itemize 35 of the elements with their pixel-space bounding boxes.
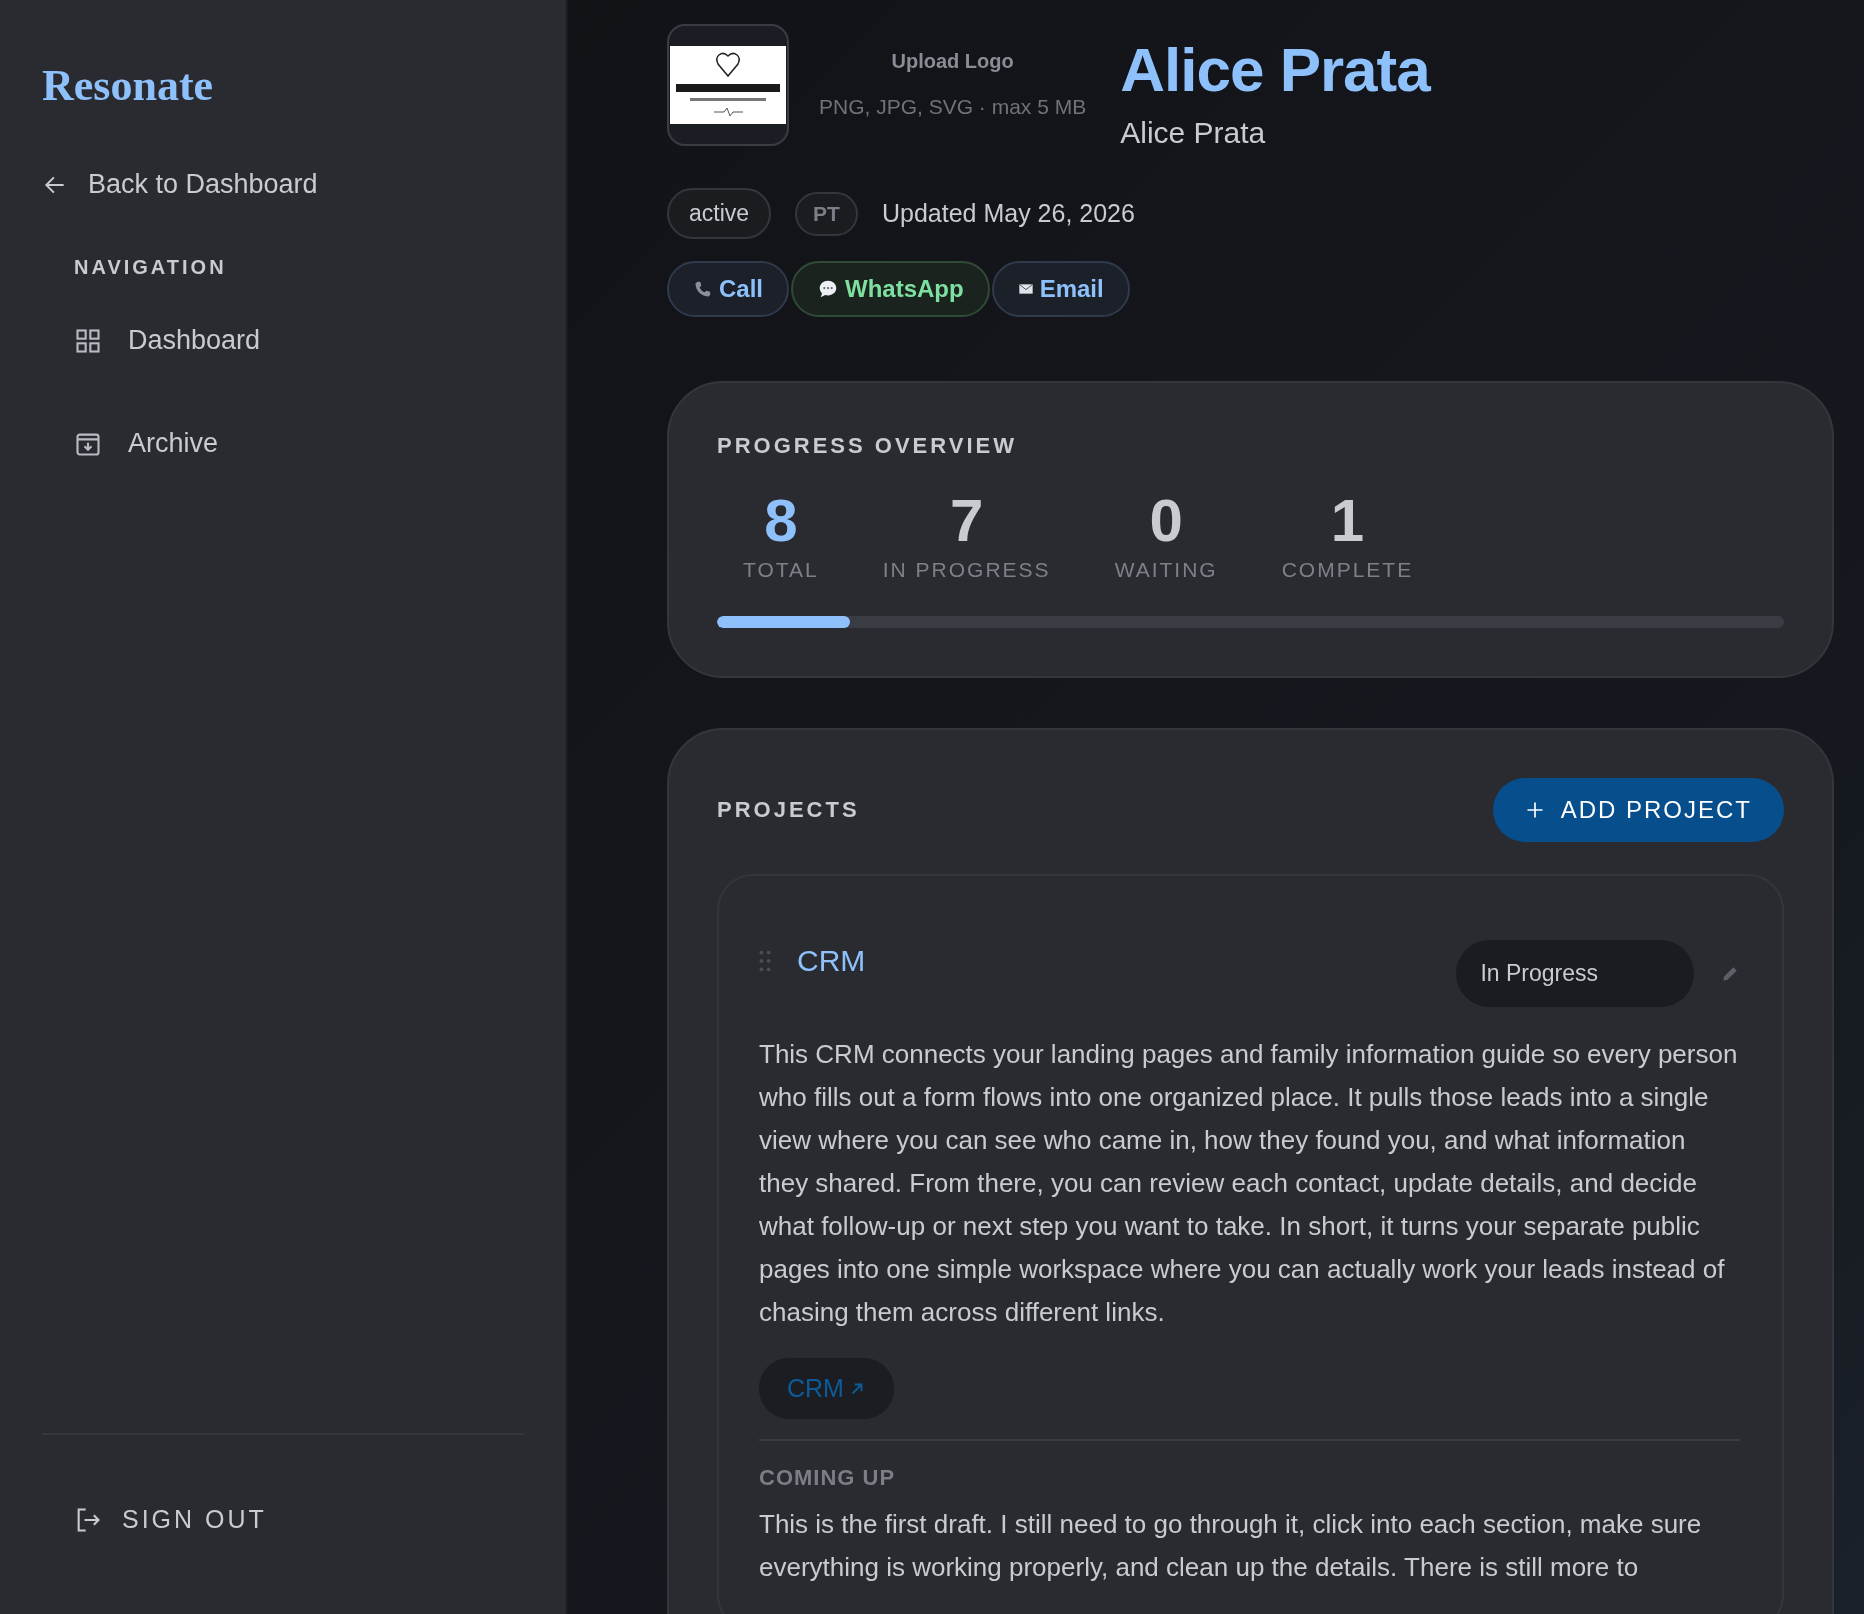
drag-handle-icon[interactable] — [759, 949, 771, 972]
stat-label: TOTAL — [743, 558, 819, 583]
email-button[interactable]: Email — [991, 261, 1130, 318]
section-title: PROJECTS — [717, 797, 860, 824]
stat-label: WAITING — [1114, 558, 1218, 583]
add-project-button[interactable]: ADD PROJECT — [1492, 778, 1784, 843]
section-label: NAVIGATION — [74, 256, 227, 279]
updated-date: Updated May 26, 2026 — [881, 199, 1135, 229]
sign-out-button[interactable]: SIGN OUT — [74, 1505, 267, 1534]
stat-label: COMPLETE — [1281, 558, 1414, 583]
call-button[interactable]: Call — [667, 261, 789, 318]
nav-item[interactable]: Archive — [74, 422, 229, 465]
client-name: Alice Prata — [1120, 36, 1430, 105]
upload-hint: PNG, JPG, SVG · max 5 MB — [819, 95, 1087, 119]
coming-up-label: COMING UP — [759, 1465, 897, 1492]
upload-label[interactable]: Upload Logo — [891, 50, 1014, 73]
whatsapp-button[interactable]: WhatsApp — [791, 261, 990, 318]
project-description: This CRM connects your landing pages and family information guide so every person who fills out a form flows into one organized place. It pulls those leads into a single view where you can see who came in, how they found you, and what information they shared. From there, you can review each contact, update details, and decide what follow-up or next step you want to take. In short, it turns your separate public pages into one simple workspace where you can actually work your leads instead of chasing them across different links. — [759, 1038, 1739, 1330]
nav-item[interactable]: Dashboard — [74, 319, 271, 362]
project-name[interactable]: CRM — [797, 943, 866, 978]
brand-logo[interactable]: Resonate — [42, 60, 214, 111]
coming-up-text: This is the first draft. I still need to go through it, click into each section, make sure everything is working properly, and clean up the details. There is still more to — [759, 1508, 1703, 1585]
grid-icon — [74, 326, 102, 355]
stat-label: IN PROGRESS — [882, 558, 1051, 583]
stat-value: 1 — [1330, 489, 1365, 553]
stat-value: 7 — [950, 489, 984, 553]
client-subtitle: Alice Prata — [1120, 116, 1267, 151]
stat-value: 0 — [1149, 489, 1183, 553]
back-link[interactable]: Back to Dashboard — [42, 169, 318, 200]
status-badge: active — [667, 188, 772, 240]
language-badge: PT — [795, 191, 858, 236]
logo-upload-box[interactable] — [667, 24, 789, 146]
section-title: PROGRESS OVERVIEW — [717, 433, 1018, 460]
status-dropdown[interactable]: In Progress — [1456, 940, 1694, 1008]
stat-value: 8 — [764, 489, 798, 553]
